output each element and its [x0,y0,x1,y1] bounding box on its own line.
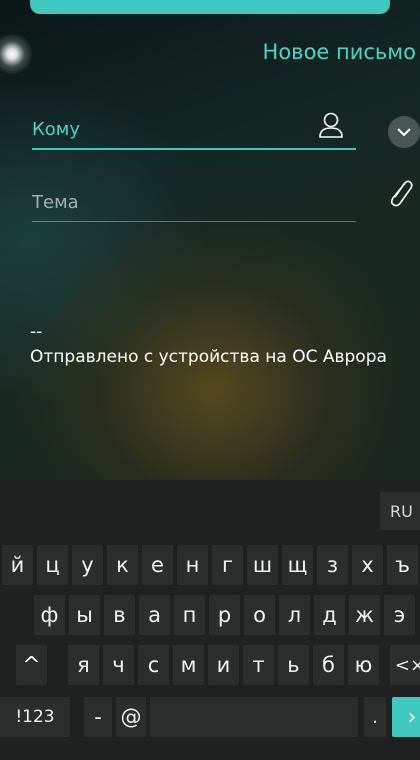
key[interactable]: н [177,545,208,585]
key[interactable]: у [72,545,103,585]
key[interactable]: я [68,645,99,685]
message-body[interactable]: -- Отправлено с устройства на ОС Аврора [30,320,390,370]
space-key[interactable] [150,697,358,737]
key[interactable]: о [244,595,275,635]
key[interactable]: щ [282,545,313,585]
attachment-icon[interactable] [384,176,418,210]
key[interactable]: в [104,595,135,635]
key[interactable]: б [313,645,344,685]
key[interactable]: г [212,545,243,585]
key[interactable]: ж [349,595,380,635]
key[interactable]: р [209,595,240,635]
enter-key[interactable]: › [392,697,420,737]
key[interactable]: ц [37,545,68,585]
language-key[interactable]: RU [380,492,420,530]
recipient-placeholder: Кому [32,119,81,140]
key[interactable]: ъ [387,545,418,585]
key[interactable]: э [384,595,415,635]
key[interactable]: т [243,645,274,685]
expand-fields-button[interactable] [388,116,420,148]
key[interactable]: д [314,595,345,635]
dot-key[interactable]: . [364,697,386,737]
background [0,0,420,480]
backspace-key[interactable]: <× [390,645,420,685]
subject-placeholder: Тема [32,192,79,213]
dash-key[interactable]: - [84,697,112,737]
at-key[interactable]: @ [116,697,146,737]
signature-text: Отправлено с устройства на ОС Аврора [30,347,387,367]
symbols-key[interactable]: !123 [0,697,70,737]
key[interactable]: й [2,545,33,585]
key[interactable]: а [139,595,170,635]
key[interactable]: ю [348,645,379,685]
key[interactable]: ч [103,645,134,685]
key[interactable]: ь [278,645,309,685]
key[interactable]: к [107,545,138,585]
chevron-down-icon [397,128,411,137]
key[interactable]: з [317,545,348,585]
page-title: Новое письмо [262,40,416,64]
key[interactable]: с [138,645,169,685]
key[interactable]: л [279,595,310,635]
virtual-keyboard: RU й ц у к е н г ш щ з х ъ ф ы в а п р о… [0,480,420,760]
shift-key[interactable]: ^ [16,645,47,685]
recipient-field[interactable]: Кому [32,112,356,150]
key[interactable]: п [174,595,205,635]
subject-field[interactable]: Тема [32,184,356,222]
contact-picker-icon[interactable] [316,110,346,140]
key[interactable]: ф [34,595,65,635]
key[interactable]: ы [69,595,100,635]
signature-separator: -- [30,322,43,342]
key[interactable]: ш [247,545,278,585]
key[interactable]: е [142,545,173,585]
key[interactable]: и [208,645,239,685]
key[interactable]: х [352,545,383,585]
key[interactable]: м [173,645,204,685]
pulley-indicator[interactable] [30,0,390,14]
